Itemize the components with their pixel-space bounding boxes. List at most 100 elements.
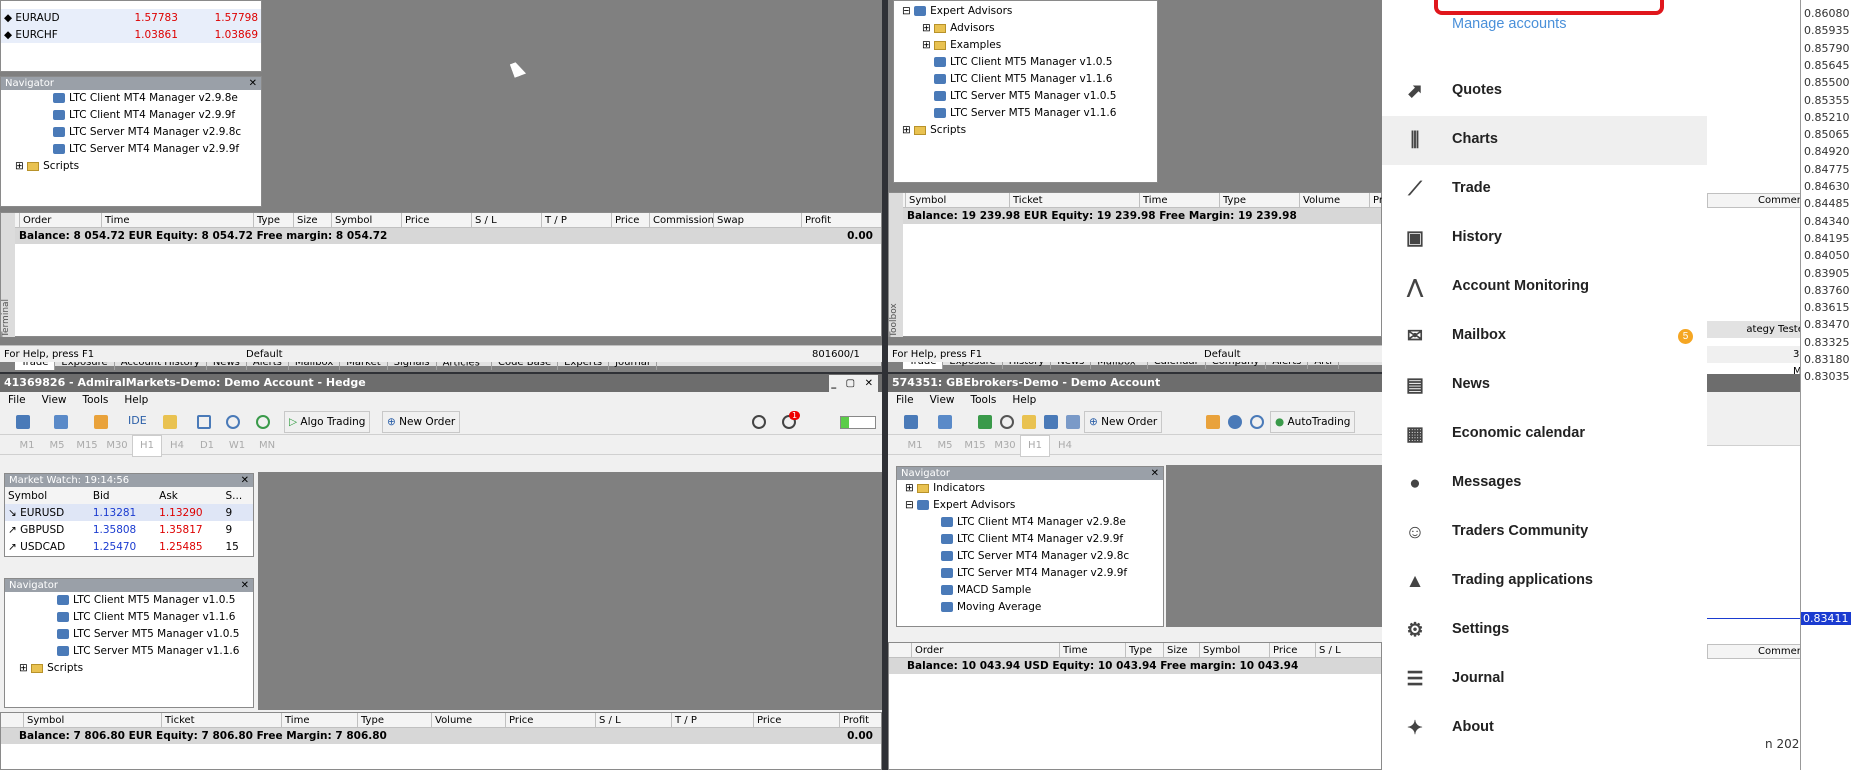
navigator-icon[interactable] [1022, 415, 1036, 429]
expand-icon[interactable]: ⊞ [905, 482, 917, 494]
navigator-item[interactable]: LTC Server MT4 Manager v2.9.8c [897, 548, 1163, 565]
timeframe-h4[interactable]: H4 [162, 436, 192, 456]
column-header[interactable]: Price [505, 713, 533, 728]
timeframe-m15[interactable]: M15 [960, 436, 990, 456]
menu-help[interactable]: Help [124, 394, 148, 406]
timeframe-m5[interactable]: M5 [930, 436, 960, 456]
navigator-item[interactable]: LTC Server MT5 Manager v1.0.5 [5, 626, 253, 643]
timeframe-d1[interactable]: D1 [192, 436, 222, 456]
menu-tools[interactable]: Tools [971, 394, 997, 406]
navigator-item[interactable]: LTC Server MT5 Manager v1.1.6 [894, 105, 1157, 122]
vps-icon[interactable] [256, 415, 270, 429]
community-icon[interactable] [1228, 415, 1242, 429]
drawer-item-journal[interactable]: ☰ Journal [1382, 655, 1707, 704]
search-icon[interactable] [752, 415, 766, 429]
drawer-item-history[interactable]: ▣ History [1382, 214, 1707, 263]
market-icon[interactable] [94, 415, 108, 429]
column-header[interactable]: Price [753, 713, 781, 728]
navigator-item[interactable]: MACD Sample [897, 582, 1163, 599]
lock-icon[interactable] [163, 415, 177, 429]
column-header[interactable]: Profit [839, 713, 869, 728]
navigator-item[interactable]: LTC Client MT4 Manager v2.9.9f [897, 531, 1163, 548]
timeframe-m30[interactable]: M30 [102, 436, 132, 456]
column-header[interactable]: Symbol [23, 713, 64, 728]
column-header[interactable]: Symbol [5, 487, 90, 504]
column-header[interactable]: Price [1269, 643, 1297, 658]
column-header[interactable]: Time [1059, 643, 1087, 658]
timeframe-m30[interactable]: M30 [990, 436, 1020, 456]
drawer-item-economic-calendar[interactable]: ▦ Economic calendar [1382, 410, 1707, 459]
close-icon[interactable]: ✕ [249, 77, 257, 90]
market-watch-row[interactable]: ↗ USDCAD 1.25470 1.25485 15 [5, 538, 253, 555]
new-order-button[interactable]: ⊕ New Order [1084, 411, 1163, 433]
crosshair-icon[interactable] [1000, 415, 1014, 429]
navigator-item[interactable]: LTC Server MT5 Manager v1.0.5 [894, 88, 1157, 105]
close-icon[interactable]: ✕ [1151, 467, 1159, 480]
new-chart-icon[interactable] [904, 415, 918, 429]
metaeditor-icon[interactable] [1206, 415, 1220, 429]
timeframe-m15[interactable]: M15 [72, 436, 102, 456]
drawer-item-mailbox[interactable]: ✉ Mailbox 5 [1382, 312, 1707, 361]
navigator-item[interactable]: ⊞ Advisors [894, 20, 1157, 37]
market-watch-row[interactable]: ↘ EURUSD 1.13281 1.13290 9 [5, 504, 253, 521]
profiles-icon[interactable] [938, 415, 952, 429]
column-header[interactable]: Time [281, 713, 309, 728]
menu-file[interactable]: File [896, 394, 914, 406]
column-header[interactable]: Type [357, 713, 384, 728]
column-header[interactable]: Volume [431, 713, 472, 728]
menu-file[interactable]: File [8, 394, 26, 406]
navigator-item[interactable]: ⊟ Expert Advisors [897, 497, 1163, 514]
navigator-item[interactable]: LTC Client MT5 Manager v1.0.5 [5, 592, 253, 609]
column-header[interactable]: Price [611, 213, 639, 228]
drawer-item-trade[interactable]: ⟋ Trade [1382, 165, 1707, 214]
new-order-button[interactable]: ⊕ New Order [382, 411, 461, 433]
navigator-item-scripts[interactable]: ⊞ Scripts [1, 158, 261, 175]
column-header[interactable]: Time [101, 213, 129, 228]
navigator-item-scripts[interactable]: ⊞ Scripts [5, 660, 253, 677]
ide-button[interactable]: IDE [128, 414, 147, 427]
tester-icon[interactable] [1066, 415, 1080, 429]
drawer-item-charts[interactable]: ⫼ Charts [1382, 116, 1707, 165]
column-header[interactable]: Ticket [161, 713, 195, 728]
column-header[interactable]: Order [19, 213, 51, 228]
timeframe-mn[interactable]: MN [252, 436, 282, 456]
column-header[interactable]: Type [1125, 643, 1152, 658]
column-header[interactable]: Symbol [331, 213, 372, 228]
column-header[interactable]: S / L [595, 713, 621, 728]
drawer-item-about[interactable]: ✦ About [1382, 704, 1707, 753]
navigator-item[interactable]: LTC Client MT5 Manager v1.1.6 [5, 609, 253, 626]
navigator-item[interactable]: LTC Server MT4 Manager v2.9.9f [1, 141, 261, 158]
column-header[interactable]: Order [911, 643, 943, 658]
cloud-icon[interactable] [226, 415, 240, 429]
column-header[interactable]: T / P [671, 713, 697, 728]
navigator-item[interactable]: LTC Client MT4 Manager v2.9.8e [1, 90, 261, 107]
terminal-icon[interactable] [1044, 415, 1058, 429]
drawer-item-traders-community[interactable]: ☺ Traders Community [1382, 508, 1707, 557]
column-header[interactable]: Symbol [905, 193, 946, 208]
expand-icon[interactable]: ⊟ [902, 5, 914, 17]
column-header[interactable]: Price [401, 213, 429, 228]
expand-icon[interactable]: ⊞ [922, 39, 934, 51]
expand-icon[interactable]: ⊞ [902, 124, 914, 136]
close-icon[interactable]: ✕ [241, 579, 249, 592]
navigator-item[interactable]: LTC Client MT4 Manager v2.9.9f [1, 107, 261, 124]
drawer-item-messages[interactable]: ● Messages [1382, 459, 1707, 508]
column-header[interactable]: Swap [713, 213, 744, 228]
manage-accounts-link[interactable]: Manage accounts [1452, 16, 1566, 32]
drawer-item-account-monitoring[interactable]: ⋀ Account Monitoring [1382, 263, 1707, 312]
column-header[interactable]: Type [1219, 193, 1246, 208]
new-chart-icon[interactable] [16, 415, 30, 429]
window-controls[interactable]: _ ▢ ✕ [829, 375, 878, 393]
close-icon[interactable]: ✕ [241, 474, 249, 487]
navigator-item[interactable]: LTC Server MT4 Manager v2.9.8c [1, 124, 261, 141]
navigator-item[interactable]: LTC Client MT5 Manager v1.0.5 [894, 54, 1157, 71]
column-header[interactable]: S... [223, 487, 254, 504]
column-header[interactable]: Ask [156, 487, 222, 504]
column-header[interactable]: Commission [649, 213, 714, 228]
autotrading-button[interactable]: ● AutoTrading [1270, 411, 1356, 433]
timeframe-h1[interactable]: H1 [1020, 435, 1050, 457]
navigator-item[interactable]: LTC Server MT4 Manager v2.9.9f [897, 565, 1163, 582]
market-watch-icon[interactable] [978, 415, 992, 429]
column-header[interactable]: S / L [471, 213, 497, 228]
timeframe-m5[interactable]: M5 [42, 436, 72, 456]
